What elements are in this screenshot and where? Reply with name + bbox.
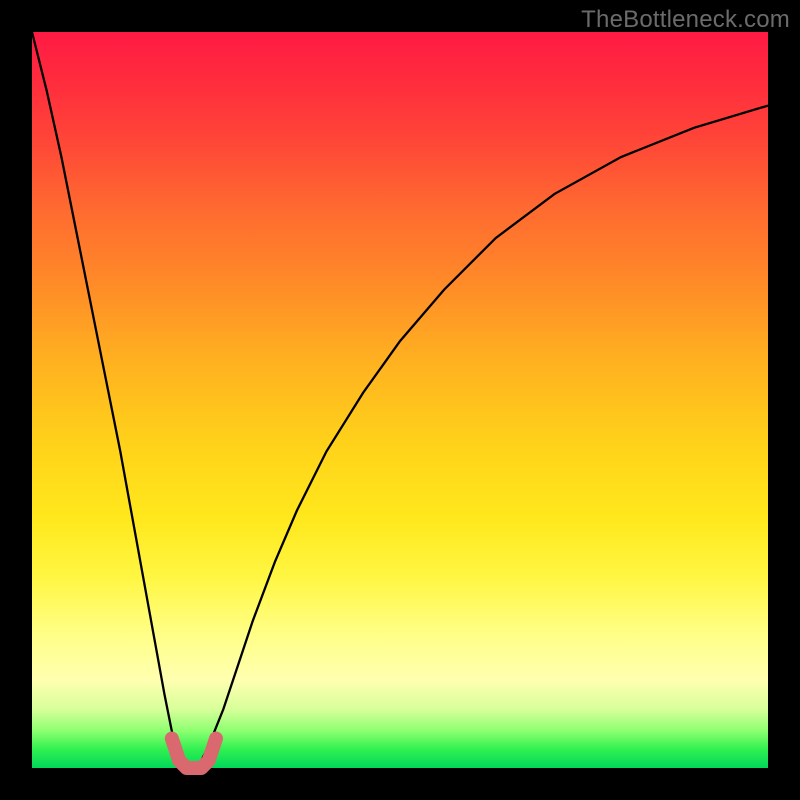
plot-area <box>32 32 768 768</box>
watermark-text: TheBottleneck.com <box>581 6 790 34</box>
bottom-cap-curve <box>172 739 216 768</box>
curve-layer <box>32 32 768 768</box>
chart-frame: TheBottleneck.com <box>0 0 800 800</box>
left-branch-curve <box>32 32 194 768</box>
right-branch-curve <box>194 106 768 768</box>
